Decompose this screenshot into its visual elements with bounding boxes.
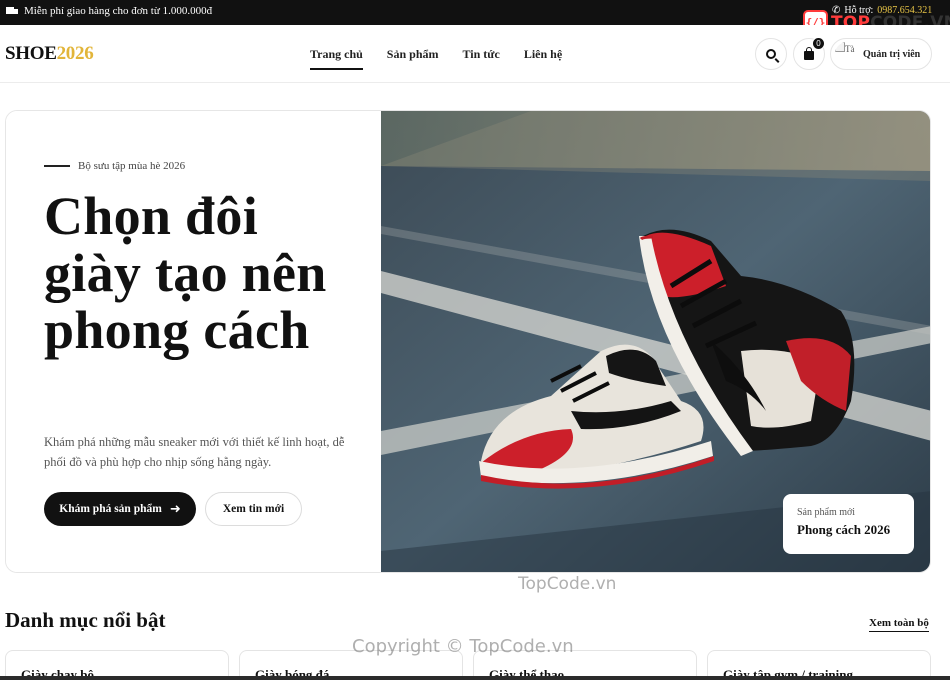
cart-count-badge: 0 xyxy=(812,37,825,50)
account-menu[interactable]: Tà Quản trị viên xyxy=(830,38,932,70)
watermark-text: TopCode.vn xyxy=(518,574,617,594)
user-name: Quản trị viên xyxy=(863,48,921,60)
search-button[interactable] xyxy=(755,38,787,70)
see-all-link[interactable]: Xem toàn bộ xyxy=(869,617,929,632)
featured-categories-title: Danh mục nổi bật xyxy=(5,608,166,632)
eyebrow-text: Bộ sưu tập mùa hè 2026 xyxy=(78,160,186,172)
site-header: SHOE2026 Trang chủ Sản phẩm Tin tức Liên… xyxy=(0,25,950,83)
copyright-watermark: Copyright © TopCode.vn xyxy=(352,636,574,657)
explore-products-button[interactable]: Khám phá sản phẩm ➜ xyxy=(44,492,196,526)
avatar: Tà xyxy=(835,42,859,66)
eyebrow-line xyxy=(44,165,70,167)
explore-products-label: Khám phá sản phẩm xyxy=(59,503,162,515)
site-logo[interactable]: SHOE2026 xyxy=(5,43,94,65)
search-icon xyxy=(766,49,776,59)
arrow-right-icon: ➜ xyxy=(169,501,181,517)
broken-image-icon xyxy=(835,42,845,52)
cart-button[interactable]: 0 xyxy=(793,37,825,70)
nav-products[interactable]: Sản phẩm xyxy=(387,47,439,70)
view-news-button[interactable]: Xem tin mới xyxy=(205,492,302,526)
avatar-alt-text: Tà xyxy=(845,44,855,54)
tag-label: Sản phẩm mới xyxy=(797,507,856,518)
new-product-tag: Sản phẩm mới Phong cách 2026 xyxy=(783,494,914,554)
hero-sneaker-image: Sản phẩm mới Phong cách 2026 xyxy=(381,111,930,572)
promo-message: Miễn phí giao hàng cho đơn từ 1.000.000đ xyxy=(6,5,212,17)
promo-text: Miễn phí giao hàng cho đơn từ 1.000.000đ xyxy=(24,5,213,17)
hero-banner: Bộ sưu tập mùa hè 2026 Chọn đôi giày tạo… xyxy=(5,110,931,573)
main-nav: Trang chủ Sản phẩm Tin tức Liên hệ xyxy=(310,47,562,70)
nav-contact[interactable]: Liên hệ xyxy=(524,47,562,70)
bottom-edge xyxy=(0,676,950,680)
hero-content: Bộ sưu tập mùa hè 2026 Chọn đôi giày tạo… xyxy=(6,111,381,572)
nav-home[interactable]: Trang chủ xyxy=(310,47,363,70)
truck-icon xyxy=(6,6,18,16)
hero-description: Khám phá những mẫu sneaker mới với thiết… xyxy=(44,435,345,469)
tag-title: Phong cách 2026 xyxy=(797,522,891,537)
hero-eyebrow: Bộ sưu tập mùa hè 2026 xyxy=(44,160,185,172)
nav-news[interactable]: Tin tức xyxy=(463,47,500,70)
shopping-bag-icon xyxy=(804,47,814,60)
hero-headline: Chọn đôi giày tạo nên phong cách xyxy=(44,186,327,360)
